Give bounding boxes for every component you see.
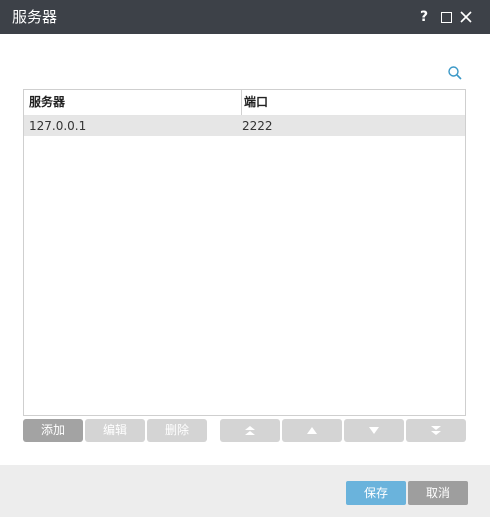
double-down-arrow-icon <box>431 426 441 435</box>
table-header: 服务器 端口 <box>24 90 465 116</box>
dialog-footer: 保存 取消 <box>0 465 490 517</box>
down-arrow-icon <box>369 427 379 434</box>
up-arrow-icon <box>307 427 317 434</box>
search-button[interactable] <box>446 64 464 82</box>
move-bottom-button[interactable] <box>406 419 466 442</box>
column-header-server[interactable]: 服务器 <box>29 90 65 115</box>
maximize-button[interactable] <box>438 8 454 26</box>
cell-port: 2222 <box>242 119 273 133</box>
move-down-button[interactable] <box>344 419 404 442</box>
edit-button[interactable]: 编辑 <box>85 419 145 442</box>
close-button[interactable] <box>458 8 474 26</box>
delete-button[interactable]: 删除 <box>147 419 207 442</box>
column-header-port[interactable]: 端口 <box>241 90 268 115</box>
title-bar[interactable]: 服务器 ? <box>0 0 490 34</box>
cell-server: 127.0.0.1 <box>29 119 87 133</box>
server-dialog: 服务器 ? 服务器 端口 127.0.0.1 2222 添加 编辑 删除 保存 … <box>0 0 490 517</box>
move-top-button[interactable] <box>220 419 280 442</box>
search-icon <box>448 66 462 80</box>
dialog-title: 服务器 <box>12 8 58 26</box>
table-row[interactable]: 127.0.0.1 2222 <box>24 116 465 136</box>
double-up-arrow-icon <box>245 426 255 435</box>
maximize-icon <box>440 12 452 23</box>
add-button[interactable]: 添加 <box>23 419 83 442</box>
save-button[interactable]: 保存 <box>346 481 406 505</box>
help-button[interactable]: ? <box>416 8 432 26</box>
server-table: 服务器 端口 127.0.0.1 2222 <box>23 89 466 416</box>
close-icon <box>460 11 472 23</box>
cancel-button[interactable]: 取消 <box>408 481 468 505</box>
column-header-port-label: 端口 <box>244 95 269 109</box>
move-up-button[interactable] <box>282 419 342 442</box>
